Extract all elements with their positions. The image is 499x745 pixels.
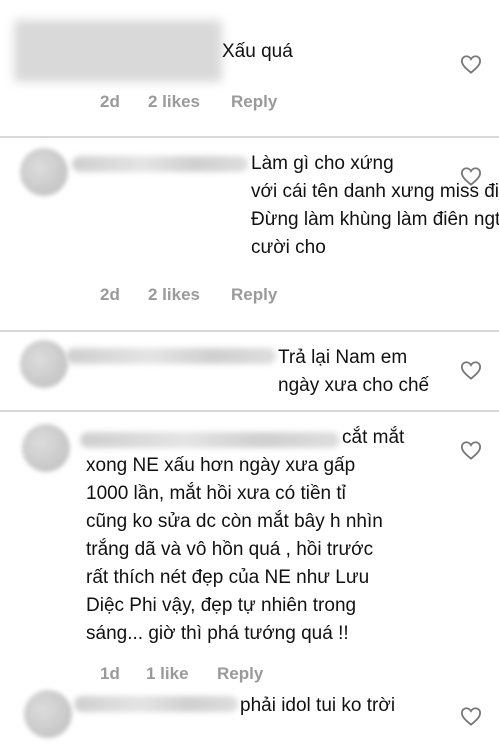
redacted-username[interactable] — [72, 156, 248, 172]
redacted-username[interactable] — [66, 348, 276, 364]
redacted-username[interactable] — [74, 696, 238, 712]
comment-3: Trả lại Nam em ngày xưa cho chế — [0, 332, 499, 410]
avatar[interactable] — [20, 148, 68, 196]
comment-age: 2d — [100, 285, 120, 304]
comment-text: Trả lại Nam em ngày xưa cho chế — [278, 347, 430, 396]
heart-outline-icon[interactable] — [460, 706, 482, 726]
likes-count[interactable]: 1 like — [146, 664, 189, 684]
heart-outline-icon[interactable] — [460, 440, 482, 460]
heart-outline-icon[interactable] — [460, 54, 482, 74]
reply-button[interactable]: Reply — [231, 92, 277, 112]
comment-5: phải idol tui ko trời — [0, 686, 499, 745]
reply-button[interactable]: Reply — [217, 664, 263, 684]
avatar[interactable] — [20, 340, 68, 388]
comment-4: cắt mắt xong NE xấu hơn ngày xưa gấp 100… — [0, 412, 499, 686]
avatar[interactable] — [24, 690, 72, 738]
comment-age: 2d — [100, 92, 120, 111]
comment-text: Xấu quá — [222, 41, 293, 62]
heart-outline-icon[interactable] — [460, 166, 482, 186]
comment-text: phải idol tui ko trời — [240, 695, 396, 716]
reply-button[interactable]: Reply — [231, 285, 277, 305]
heart-outline-icon[interactable] — [460, 360, 482, 380]
likes-count[interactable]: 2 likes — [148, 285, 200, 305]
comment-2: Làm gì cho xứng với cái tên danh xưng mi… — [0, 138, 499, 330]
comment-meta: 2d 2 likes Reply — [100, 285, 300, 307]
avatar[interactable] — [22, 424, 70, 472]
comment-meta: 1d 1 like Reply — [100, 664, 300, 686]
comment-text: cắt mắt xong NE xấu hơn ngày xưa gấp 100… — [86, 424, 404, 648]
comment-age: 1d — [100, 664, 120, 683]
likes-count[interactable]: 2 likes — [148, 92, 200, 112]
comment-meta: 2d 2 likes Reply — [100, 92, 300, 114]
comment-1: Xấu quá 2d 2 likes Reply — [0, 0, 499, 137]
redacted-avatar-username — [14, 20, 222, 82]
comment-text-body: cắt mắt xong NE xấu hơn ngày xưa gấp 100… — [86, 427, 405, 644]
